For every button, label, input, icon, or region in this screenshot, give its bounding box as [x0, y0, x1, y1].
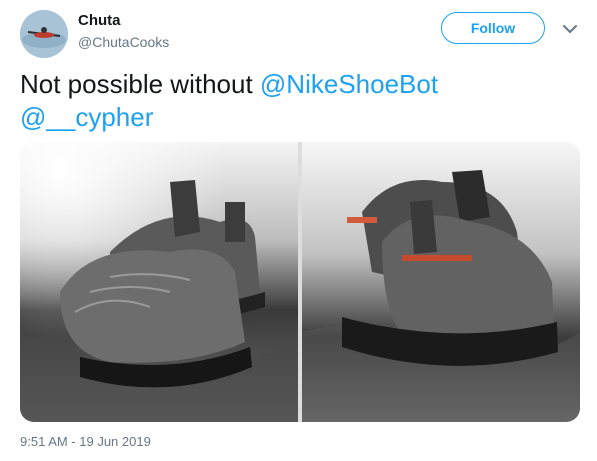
avatar[interactable]: [20, 10, 68, 58]
author-handle[interactable]: @ChutaCooks: [78, 34, 169, 50]
mention-nikeshoebot[interactable]: @NikeShoeBot: [260, 69, 438, 99]
tweet-text: Not possible without @NikeShoeBot @__cyp…: [20, 68, 570, 134]
chevron-down-icon[interactable]: [561, 20, 579, 38]
author-name[interactable]: Chuta: [78, 12, 121, 29]
tweet-media[interactable]: [20, 142, 580, 422]
tweet-text-prefix: Not possible without: [20, 69, 260, 99]
tweet-timestamp[interactable]: 9:51 AM - 19 Jun 2019: [20, 434, 151, 449]
sneaker-photo-left[interactable]: [20, 142, 298, 422]
mention-cypher[interactable]: @__cypher: [20, 102, 153, 132]
follow-button[interactable]: Follow: [441, 12, 545, 44]
sneaker-photo-right[interactable]: [302, 142, 580, 422]
kayak-avatar-image: [20, 10, 68, 58]
